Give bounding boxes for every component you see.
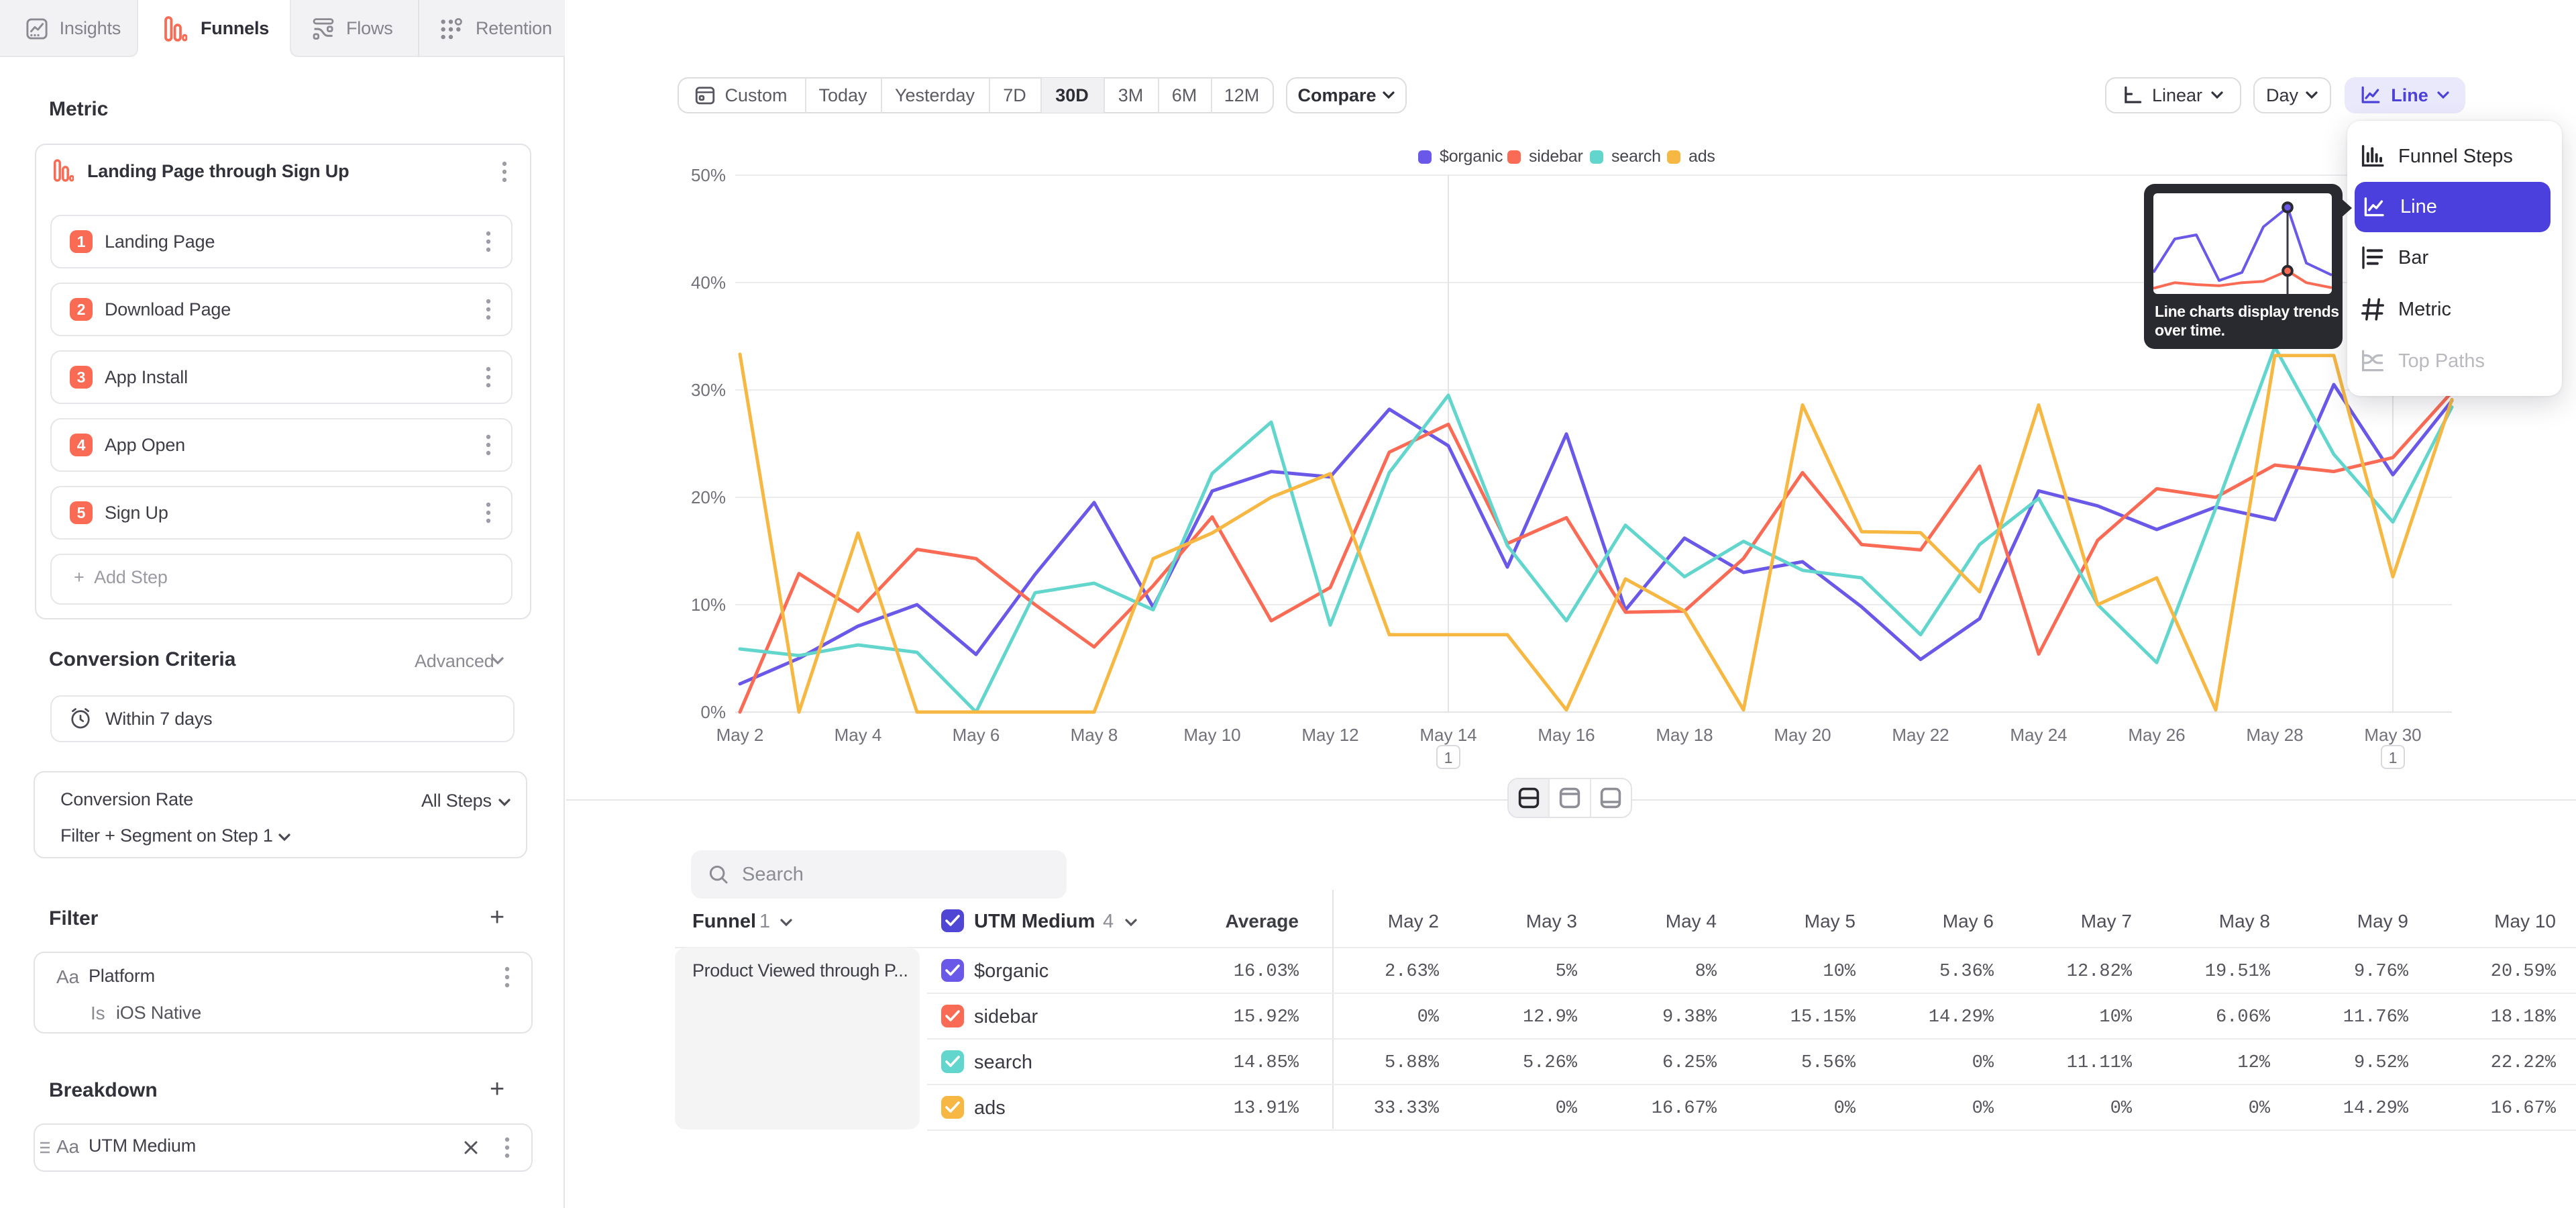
svg-text:0%: 0%	[700, 702, 726, 722]
svg-text:30%: 30%	[691, 380, 726, 400]
svg-text:May 26: May 26	[2128, 725, 2185, 745]
svg-text:May 30: May 30	[2364, 725, 2421, 745]
svg-text:May 8: May 8	[1071, 725, 1118, 745]
svg-text:May 4: May 4	[835, 725, 882, 745]
svg-text:May 24: May 24	[2010, 725, 2067, 745]
svg-text:May 2: May 2	[716, 725, 764, 745]
svg-text:May 28: May 28	[2246, 725, 2303, 745]
svg-text:20%: 20%	[691, 487, 726, 507]
svg-text:May 12: May 12	[1301, 725, 1358, 745]
svg-text:50%: 50%	[691, 165, 726, 185]
svg-text:May 22: May 22	[1892, 725, 1949, 745]
svg-text:May 18: May 18	[1656, 725, 1713, 745]
svg-text:May 14: May 14	[1419, 725, 1477, 745]
svg-text:10%: 10%	[691, 595, 726, 615]
svg-text:May 20: May 20	[1774, 725, 1831, 745]
svg-text:May 6: May 6	[953, 725, 1000, 745]
svg-text:40%: 40%	[691, 272, 726, 293]
svg-text:May 10: May 10	[1183, 725, 1240, 745]
svg-text:May 16: May 16	[1538, 725, 1595, 745]
